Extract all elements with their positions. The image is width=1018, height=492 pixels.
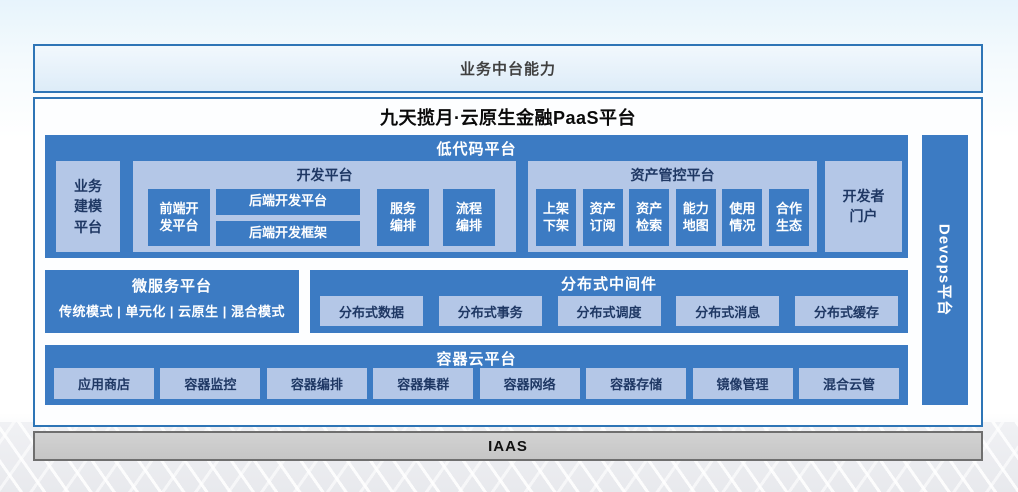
asset-item-onoff-shelf: 上架 下架 <box>536 189 576 246</box>
distributed-middleware-items: 分布式数据 分布式事务 分布式调度 分布式消息 分布式缓存 <box>320 296 898 326</box>
distributed-middleware-title: 分布式中间件 <box>310 270 908 294</box>
iaas-bar: IAAS <box>33 431 983 461</box>
asset-control-items: 上架 下架 资产 订阅 资产 检索 能力 地图 使用 情况 合作 生态 <box>528 189 817 246</box>
asset-item-subscribe: 资产 订阅 <box>583 189 623 246</box>
container-cloud-section: 容器云平台 应用商店 容器监控 容器编排 容器集群 容器网络 容器存储 镜像管理… <box>45 345 908 405</box>
paas-platform-panel: 九天揽月·云原生金融PaaS平台 低代码平台 业务 建模 平台 开发平台 前端开… <box>33 97 983 427</box>
architecture-slide: 业务中台能力 九天揽月·云原生金融PaaS平台 低代码平台 业务 建模 平台 开… <box>0 0 1018 492</box>
lowcode-platform-body: 业务 建模 平台 开发平台 前端开 发平台 后端开发平台 后端开发框架 服务 编… <box>45 161 908 252</box>
container-item-hybrid-cloud: 混合云管 <box>799 368 899 399</box>
microservice-platform-title: 微服务平台 <box>45 270 299 296</box>
container-item-network: 容器网络 <box>480 368 580 399</box>
business-midplatform-banner: 业务中台能力 <box>33 44 983 93</box>
backend-framework-box: 后端开发框架 <box>216 221 360 247</box>
platform-title: 九天揽月·云原生金融PaaS平台 <box>35 104 981 130</box>
container-item-image-mgmt: 镜像管理 <box>693 368 793 399</box>
microservice-platform-section: 微服务平台 传统模式 | 单元化 | 云原生 | 混合模式 <box>45 270 299 333</box>
container-cloud-title: 容器云平台 <box>45 345 908 369</box>
dev-platform-title: 开发平台 <box>133 161 516 185</box>
asset-control-title: 资产管控平台 <box>528 161 817 185</box>
devops-platform-bar: Devops平台 <box>922 135 968 405</box>
middleware-item-message: 分布式消息 <box>676 296 779 326</box>
dev-platform-panel: 开发平台 前端开 发平台 后端开发平台 后端开发框架 服务 编排 流程 编排 <box>133 161 516 252</box>
middleware-item-cache: 分布式缓存 <box>795 296 898 326</box>
asset-item-usage: 使用 情况 <box>722 189 762 246</box>
asset-item-ecosystem: 合作 生态 <box>769 189 809 246</box>
service-orchestration-box: 服务 编排 <box>377 189 429 246</box>
container-cloud-items: 应用商店 容器监控 容器编排 容器集群 容器网络 容器存储 镜像管理 混合云管 <box>54 368 899 399</box>
business-modeling-box: 业务 建模 平台 <box>56 161 120 252</box>
container-item-app-store: 应用商店 <box>54 368 154 399</box>
backend-stack: 后端开发平台 后端开发框架 <box>216 189 360 246</box>
lowcode-platform-section: 低代码平台 业务 建模 平台 开发平台 前端开 发平台 后端开发平台 后端开发框… <box>45 135 908 258</box>
middleware-item-transaction: 分布式事务 <box>439 296 542 326</box>
business-midplatform-label: 业务中台能力 <box>460 58 556 79</box>
container-item-orchestration: 容器编排 <box>267 368 367 399</box>
container-item-cluster: 容器集群 <box>373 368 473 399</box>
container-item-monitoring: 容器监控 <box>160 368 260 399</box>
developer-portal-box: 开发者 门户 <box>825 161 902 252</box>
distributed-middleware-section: 分布式中间件 分布式数据 分布式事务 分布式调度 分布式消息 分布式缓存 <box>310 270 908 333</box>
middleware-item-scheduling: 分布式调度 <box>558 296 661 326</box>
middleware-item-data: 分布式数据 <box>320 296 423 326</box>
asset-item-search: 资产 检索 <box>629 189 669 246</box>
iaas-label: IAAS <box>488 438 528 455</box>
microservice-modes: 传统模式 | 单元化 | 云原生 | 混合模式 <box>45 301 299 320</box>
lowcode-platform-title: 低代码平台 <box>45 135 908 159</box>
devops-platform-label: Devops平台 <box>935 224 956 316</box>
backend-platform-box: 后端开发平台 <box>216 189 360 215</box>
asset-item-capability-map: 能力 地图 <box>676 189 716 246</box>
dev-platform-items: 前端开 发平台 后端开发平台 后端开发框架 服务 编排 流程 编排 <box>133 189 516 246</box>
frontend-dev-box: 前端开 发平台 <box>148 189 210 246</box>
container-item-storage: 容器存储 <box>586 368 686 399</box>
asset-control-panel: 资产管控平台 上架 下架 资产 订阅 资产 检索 能力 地图 使用 情况 合作 … <box>528 161 817 252</box>
process-orchestration-box: 流程 编排 <box>443 189 495 246</box>
